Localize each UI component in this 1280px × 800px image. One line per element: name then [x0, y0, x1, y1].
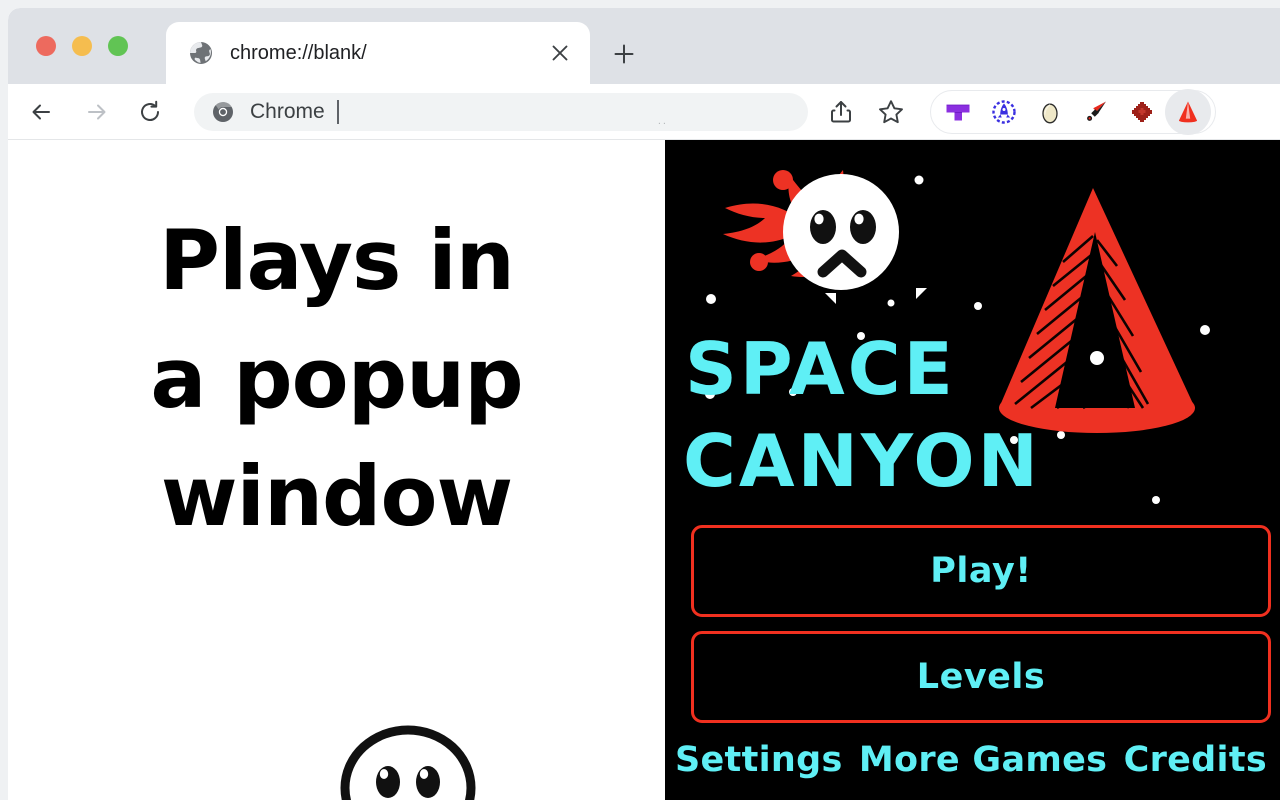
extensions-group [930, 88, 1216, 135]
window-close-button[interactable] [36, 36, 56, 56]
browser-tab[interactable]: chrome://blank/ [166, 22, 590, 84]
chrome-logo-icon [212, 101, 234, 123]
tab-title: chrome://blank/ [230, 41, 367, 64]
share-icon[interactable] [818, 89, 864, 135]
tetromino-t-icon[interactable] [935, 89, 981, 135]
play-button[interactable]: Play! [691, 525, 1271, 617]
forward-arrow-icon[interactable] [74, 90, 118, 134]
game-splash-art: SPACE CANYON [665, 140, 1280, 518]
browser-window: chrome://blank/ Chrome .. Plays in a pop… [8, 8, 1280, 800]
new-tab-button[interactable] [604, 34, 644, 74]
page-title-line-2: a popup [150, 329, 523, 427]
back-arrow-icon[interactable] [20, 90, 64, 134]
window-controls [36, 36, 128, 56]
tab-strip: chrome://blank/ [8, 8, 1280, 84]
game-title-line-1: SPACE [685, 327, 956, 411]
globe-icon [188, 40, 214, 66]
address-bar-text: Chrome [250, 99, 325, 123]
cone-icon[interactable] [1165, 88, 1211, 135]
bookmark-star-icon[interactable] [868, 89, 914, 135]
game-title-line-2: CANYON [683, 419, 1041, 503]
omnibox-hint-dots: .. [657, 114, 668, 127]
page-viewport: Plays in a popup window SPACE CANYON Pla… [8, 140, 1280, 800]
credits-link[interactable]: Credits [1124, 740, 1267, 780]
navigation-buttons [20, 90, 172, 134]
gem-diamond-icon[interactable] [1119, 89, 1165, 135]
game-menu-buttons: Play! Levels [691, 525, 1271, 737]
fireball-mascot [723, 170, 899, 290]
page-title-line-1: Plays in [159, 212, 515, 309]
address-bar[interactable]: Chrome .. [194, 92, 808, 131]
window-maximize-button[interactable] [108, 36, 128, 56]
red-cone [999, 188, 1195, 433]
window-minimize-button[interactable] [72, 36, 92, 56]
more-games-link[interactable]: More Games [859, 740, 1107, 780]
browser-toolbar: Chrome .. [8, 84, 1280, 140]
levels-button[interactable]: Levels [691, 631, 1271, 723]
rocket-badge-icon[interactable] [981, 89, 1027, 135]
dagger-icon[interactable] [1073, 89, 1119, 135]
text-caret [336, 99, 339, 124]
worried-ball-character [333, 720, 483, 800]
page-title-line-3: window [160, 447, 513, 545]
egg-icon[interactable] [1027, 89, 1073, 135]
screen-root: chrome://blank/ Chrome .. Plays in a pop… [0, 0, 1280, 800]
page-content: Plays in a popup window [8, 140, 665, 800]
close-icon[interactable] [540, 33, 580, 73]
reload-icon[interactable] [128, 90, 172, 134]
game-panel: SPACE CANYON Play! Levels Settings More … [665, 140, 1280, 800]
game-footer-nav: Settings More Games Credits [665, 740, 1280, 780]
page-title: Plays in a popup window [8, 202, 665, 556]
settings-link[interactable]: Settings [675, 740, 843, 780]
toolbar-actions [818, 89, 914, 135]
